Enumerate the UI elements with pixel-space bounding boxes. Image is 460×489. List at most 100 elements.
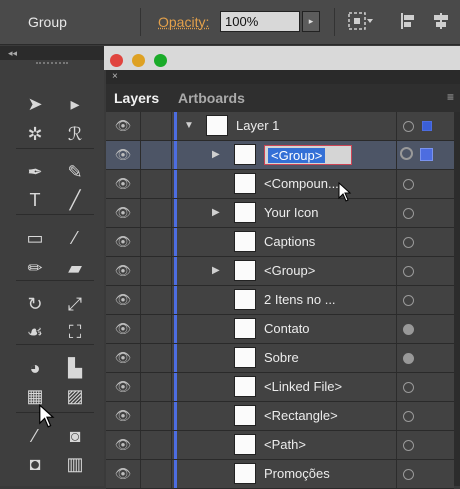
layer-row[interactable]: 👁︎ <Rectangle> (106, 402, 454, 431)
tab-layers[interactable]: Layers (114, 90, 159, 106)
warp-tool-icon[interactable]: ☙ (22, 320, 48, 344)
panel-close-button[interactable]: × (106, 70, 460, 84)
lock-toggle[interactable] (141, 228, 172, 256)
panel-grip[interactable] (36, 62, 68, 74)
visibility-eye-icon[interactable]: 👁︎ (106, 141, 141, 169)
collapse-triangle-icon[interactable]: ▼ (184, 112, 194, 140)
layers-scrollbar[interactable] (454, 112, 460, 486)
symbol-sprayer-tool-icon[interactable]: ◘ (22, 452, 48, 476)
layer-name[interactable]: Your Icon (264, 199, 318, 227)
curvature-tool-icon[interactable]: ✎ (62, 160, 88, 184)
lock-toggle[interactable] (141, 170, 172, 198)
lasso-tool-icon[interactable]: ℛ (62, 122, 88, 146)
layer-name[interactable]: 2 Itens no ... (264, 286, 336, 314)
layer-row[interactable]: 👁︎ <Compoun... (106, 170, 454, 199)
layer-row[interactable]: 👁︎ <Path> (106, 431, 454, 460)
visibility-eye-icon[interactable]: 👁︎ (106, 112, 141, 140)
direct-selection-tool-icon[interactable]: ▸ (62, 92, 88, 116)
layer-name[interactable]: Layer 1 (236, 112, 279, 140)
magic-wand-tool-icon[interactable]: ✲ (22, 122, 48, 146)
tools-collapse-button[interactable]: ◂◂ (0, 46, 104, 60)
visibility-eye-icon[interactable]: 👁︎ (106, 286, 141, 314)
layer-name[interactable]: <Group> (264, 257, 315, 285)
visibility-eye-icon[interactable]: 👁︎ (106, 315, 141, 343)
align-left-icon[interactable] (400, 12, 418, 35)
layer-row[interactable]: 👁︎ ▶ <Group> (106, 141, 454, 170)
target-circle-icon[interactable] (403, 440, 414, 451)
visibility-eye-icon[interactable]: 👁︎ (106, 460, 141, 488)
target-circle-icon[interactable] (403, 208, 414, 219)
rectangle-tool-icon[interactable]: ▭ (22, 226, 48, 250)
rotate-tool-icon[interactable]: ↻ (22, 292, 48, 316)
layer-name[interactable]: <Path> (264, 431, 306, 459)
lock-toggle[interactable] (141, 460, 172, 488)
layer-name-edit-field[interactable]: <Group> (264, 145, 352, 165)
layer-name[interactable]: <Compoun... (264, 170, 339, 198)
layer-row[interactable]: 👁︎ Captions (106, 228, 454, 257)
type-tool-icon[interactable]: T (22, 188, 48, 212)
visibility-eye-icon[interactable]: 👁︎ (106, 228, 141, 256)
lock-toggle[interactable] (141, 402, 172, 430)
visibility-eye-icon[interactable]: 👁︎ (106, 344, 141, 372)
graph-tool-icon[interactable]: ▙ (62, 356, 88, 380)
scale-tool-icon[interactable]: ⤢ (62, 292, 88, 316)
selection-square-icon[interactable] (422, 121, 432, 131)
opacity-label[interactable]: Opacity: (158, 14, 209, 30)
layer-row[interactable]: 👁︎ Promoções (106, 460, 454, 489)
layer-name[interactable]: <Linked File> (264, 373, 342, 401)
layer-name[interactable]: <Rectangle> (264, 402, 338, 430)
selection-square-icon[interactable] (420, 148, 433, 161)
visibility-eye-icon[interactable]: 👁︎ (106, 373, 141, 401)
layer-name[interactable]: Promoções (264, 460, 330, 488)
target-circle-icon[interactable] (403, 179, 414, 190)
pen-tool-icon[interactable]: ✒ (22, 160, 48, 184)
target-circle-icon[interactable] (403, 353, 414, 364)
window-zoom-button[interactable] (154, 54, 167, 67)
lock-toggle[interactable] (141, 141, 172, 169)
layer-row[interactable]: 👁︎ ▶ Your Icon (106, 199, 454, 228)
window-close-button[interactable] (110, 54, 123, 67)
expand-triangle-icon[interactable]: ▶ (212, 257, 220, 285)
lock-toggle[interactable] (141, 257, 172, 285)
gradient-tool-icon[interactable]: ▨ (62, 384, 88, 408)
eraser-tool-icon[interactable]: ▰ (62, 256, 88, 280)
layer-row[interactable]: 👁︎ Contato (106, 315, 454, 344)
lock-toggle[interactable] (141, 344, 172, 372)
window-minimize-button[interactable] (132, 54, 145, 67)
layer-row[interactable]: 👁︎ ▶ <Group> (106, 257, 454, 286)
target-circle-icon[interactable] (403, 469, 414, 480)
layer-row[interactable]: 👁︎ 2 Itens no ... (106, 286, 454, 315)
layer-name[interactable]: Captions (264, 228, 315, 256)
target-circle-icon[interactable] (400, 147, 413, 160)
shape-builder-tool-icon[interactable]: ◕ (22, 356, 48, 380)
target-circle-icon[interactable] (403, 382, 414, 393)
visibility-eye-icon[interactable]: 👁︎ (106, 257, 141, 285)
panel-menu-icon[interactable]: ≡ (447, 90, 454, 104)
layer-row[interactable]: 👁︎ ▼ Layer 1 (106, 112, 454, 141)
column-graph-tool-icon[interactable]: ▥ (62, 452, 88, 476)
visibility-eye-icon[interactable]: 👁︎ (106, 170, 141, 198)
lock-toggle[interactable] (141, 199, 172, 227)
expand-triangle-icon[interactable]: ▶ (212, 141, 220, 169)
lock-toggle[interactable] (141, 315, 172, 343)
target-circle-icon[interactable] (403, 237, 414, 248)
tab-artboards[interactable]: Artboards (178, 90, 245, 106)
recolor-grid-icon[interactable] (348, 12, 374, 35)
opacity-input[interactable]: 100% (220, 11, 300, 32)
target-circle-icon[interactable] (403, 266, 414, 277)
lock-toggle[interactable] (141, 373, 172, 401)
layer-row[interactable]: 👁︎ Sobre (106, 344, 454, 373)
pencil-tool-icon[interactable]: ✏ (22, 256, 48, 280)
visibility-eye-icon[interactable]: 👁︎ (106, 199, 141, 227)
target-circle-icon[interactable] (403, 295, 414, 306)
layer-name[interactable]: Contato (264, 315, 310, 343)
line-tool-icon[interactable]: ╱ (62, 188, 88, 212)
align-center-icon[interactable] (432, 12, 450, 35)
paintbrush-tool-icon[interactable]: ⁄ (62, 226, 88, 250)
visibility-eye-icon[interactable]: 👁︎ (106, 431, 141, 459)
lock-toggle[interactable] (141, 286, 172, 314)
target-circle-icon[interactable] (403, 411, 414, 422)
target-circle-icon[interactable] (403, 324, 414, 335)
expand-triangle-icon[interactable]: ▶ (212, 199, 220, 227)
blend-tool-icon[interactable]: ◙ (62, 424, 88, 448)
